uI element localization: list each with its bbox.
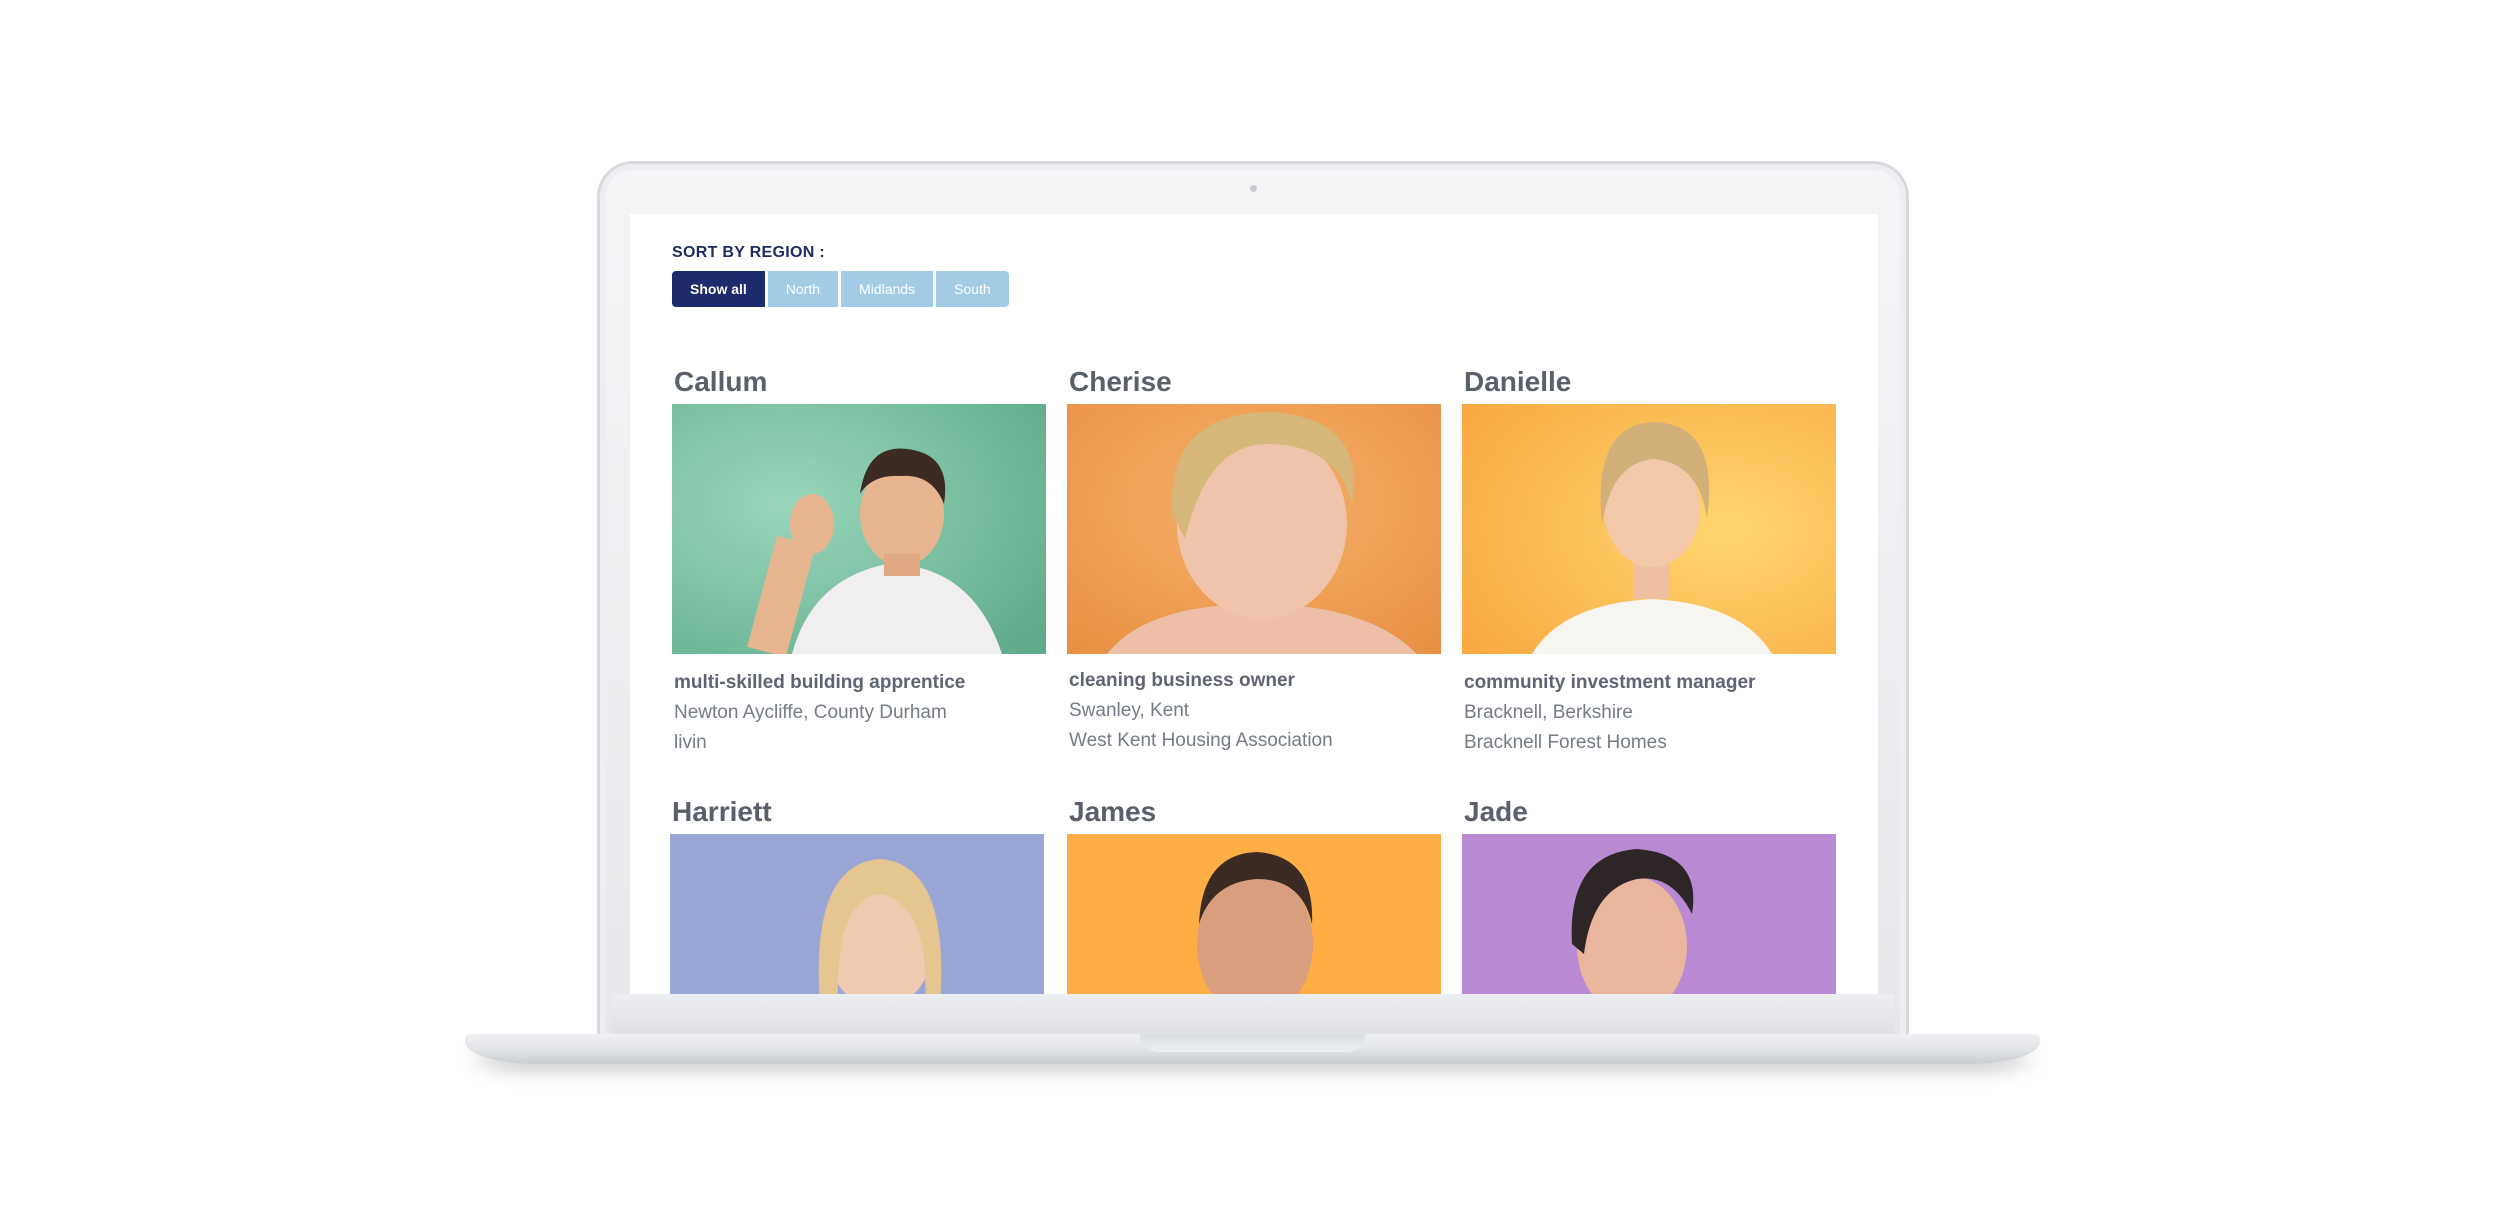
person-name: Harriett <box>672 796 772 827</box>
person-photo[interactable] <box>670 834 1044 994</box>
person-photo[interactable] <box>1067 404 1441 654</box>
person-name: Cherise <box>1069 366 1172 397</box>
portrait-image <box>670 834 1044 994</box>
person-card-harriett[interactable]: Harriett <box>670 796 1044 994</box>
portrait-image <box>1067 404 1441 654</box>
person-name: Jade <box>1464 796 1528 827</box>
laptop-chin <box>612 994 1894 1034</box>
person-card-jade[interactable]: Jade <box>1462 796 1836 994</box>
person-location: Newton Aycliffe, County Durham <box>674 702 947 723</box>
person-photo[interactable] <box>1462 834 1836 994</box>
person-card-james[interactable]: James <box>1067 796 1441 994</box>
person-organisation: West Kent Housing Association <box>1069 730 1333 751</box>
person-role: cleaning business owner <box>1069 670 1295 691</box>
person-role: multi-skilled building apprentice <box>674 672 966 693</box>
person-organisation: Bracknell Forest Homes <box>1464 732 1667 753</box>
portrait-image <box>672 404 1046 654</box>
filter-show-all-button[interactable]: Show all <box>672 271 765 307</box>
portrait-image <box>1462 404 1836 654</box>
region-filter-group: Show all North Midlands South <box>672 271 1009 307</box>
person-name: Danielle <box>1464 366 1572 397</box>
portrait-image <box>1462 834 1836 994</box>
portrait-image <box>1067 834 1441 994</box>
person-photo[interactable] <box>1067 834 1441 994</box>
person-location: Bracknell, Berkshire <box>1464 702 1633 723</box>
person-photo[interactable] <box>1462 404 1836 654</box>
person-organisation: livin <box>674 732 707 753</box>
person-photo[interactable] <box>672 404 1046 654</box>
person-card-callum[interactable]: Callum multi-skilled building apprentice… <box>672 366 1046 754</box>
filter-south-button[interactable]: South <box>936 271 1009 307</box>
filter-midlands-button[interactable]: Midlands <box>841 271 934 307</box>
person-location: Swanley, Kent <box>1069 700 1190 721</box>
laptop-screen: SORT BY REGION : Show all North Midlands… <box>630 214 1878 994</box>
sort-by-region-label: SORT BY REGION : <box>672 244 825 261</box>
person-role: community investment manager <box>1464 672 1756 693</box>
filter-north-button[interactable]: North <box>767 271 839 307</box>
person-card-danielle[interactable]: Danielle community investment manager Br… <box>1462 366 1836 754</box>
person-card-cherise[interactable]: Cherise cleaning business owner Swanley,… <box>1067 366 1441 752</box>
person-name: Callum <box>674 366 768 397</box>
laptop-notch <box>1140 1034 1365 1052</box>
camera-icon <box>1250 185 1257 192</box>
person-name: James <box>1069 796 1157 827</box>
